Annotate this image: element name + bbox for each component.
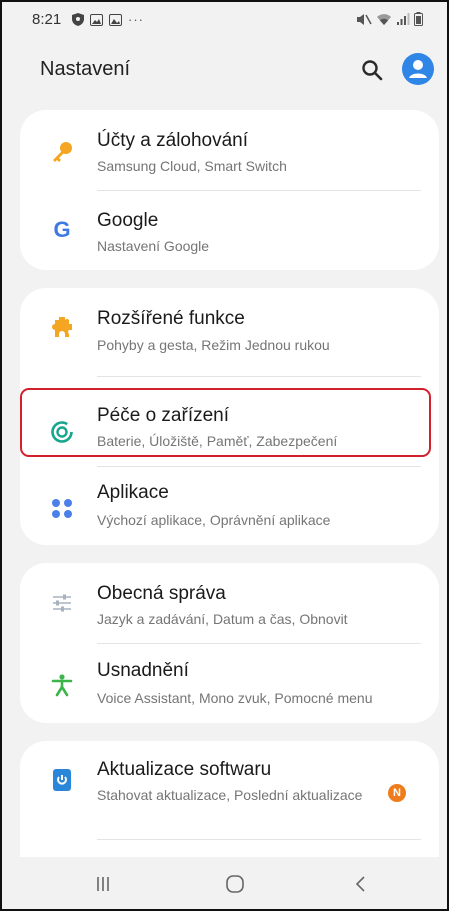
divider bbox=[97, 839, 421, 840]
settings-item-subtitle: Stahovat aktualizace, Poslední aktualiza… bbox=[97, 787, 363, 803]
key-icon bbox=[53, 142, 72, 162]
settings-item-title: Obecná správa bbox=[97, 583, 226, 604]
back-icon[interactable] bbox=[348, 871, 374, 897]
mute-icon bbox=[357, 13, 372, 25]
wifi-icon bbox=[377, 13, 391, 25]
new-badge: N bbox=[388, 784, 406, 802]
home-icon[interactable] bbox=[222, 871, 248, 897]
software-update-icon bbox=[53, 769, 71, 791]
settings-item-subtitle: Samsung Cloud, Smart Switch bbox=[97, 158, 287, 174]
puzzle-gear-icon bbox=[52, 317, 72, 337]
settings-item-advanced-features[interactable]: Rozšířené funkce Pohyby a gesta, Režim J… bbox=[20, 288, 439, 372]
settings-item-subtitle: Voice Assistant, Mono zvuk, Pomocné menu bbox=[97, 690, 373, 706]
phone-screen: 8:21 ··· Nastavení Účty a zálohování Sam… bbox=[0, 0, 449, 911]
selection-highlight bbox=[20, 388, 431, 457]
signal-icon bbox=[397, 12, 410, 25]
settings-item-subtitle: Výchozí aplikace, Oprávnění aplikace bbox=[97, 512, 331, 528]
navigation-bar bbox=[2, 857, 447, 909]
status-time: 8:21 bbox=[32, 11, 62, 28]
gallery-icon bbox=[90, 13, 103, 26]
settings-item-subtitle: Jazyk a zadávání, Datum a čas, Obnovit bbox=[97, 611, 348, 627]
status-bar: 8:21 ··· bbox=[2, 2, 447, 36]
battery-icon bbox=[414, 12, 423, 26]
settings-item-title: Google bbox=[97, 210, 159, 231]
settings-item-software-update[interactable]: Aktualizace softwaru Stahovat aktualizac… bbox=[20, 741, 439, 837]
notification-icons: ··· bbox=[72, 12, 144, 27]
settings-item-title: Aplikace bbox=[97, 482, 169, 503]
settings-item-google[interactable]: G Google Nastavení Google bbox=[20, 190, 439, 270]
image-message-icon bbox=[109, 13, 122, 26]
accessibility-icon bbox=[51, 674, 73, 697]
settings-group-general: Obecná správa Jazyk a zadávání, Datum a … bbox=[20, 563, 439, 723]
page-title: Nastavení bbox=[40, 58, 131, 80]
settings-item-accessibility[interactable]: Usnadnění Voice Assistant, Mono zvuk, Po… bbox=[20, 643, 439, 723]
shield-icon bbox=[72, 13, 84, 26]
settings-item-title: Usnadnění bbox=[97, 660, 189, 681]
google-g-icon: G bbox=[53, 217, 71, 242]
settings-item-general-management[interactable]: Obecná správa Jazyk a zadávání, Datum a … bbox=[20, 563, 439, 643]
settings-group-accounts: Účty a zálohování Samsung Cloud, Smart S… bbox=[20, 110, 439, 270]
divider bbox=[97, 376, 421, 377]
settings-item-subtitle: Pohyby a gesta, Režim Jednou rukou bbox=[97, 337, 330, 353]
settings-item-title: Aktualizace softwaru bbox=[97, 759, 272, 780]
recent-apps-icon[interactable] bbox=[90, 871, 116, 897]
settings-item-subtitle: Nastavení Google bbox=[97, 238, 210, 254]
settings-item-accounts[interactable]: Účty a zálohování Samsung Cloud, Smart S… bbox=[20, 110, 439, 190]
system-icons bbox=[356, 12, 423, 26]
account-icon[interactable] bbox=[402, 53, 434, 85]
settings-item-apps[interactable]: Aplikace Výchozí aplikace, Oprávnění apl… bbox=[20, 466, 439, 545]
apps-dots-icon bbox=[52, 499, 72, 518]
sliders-icon bbox=[53, 594, 71, 612]
settings-item-title: Rozšířené funkce bbox=[97, 308, 245, 329]
search-icon[interactable] bbox=[360, 58, 384, 82]
settings-item-title: Účty a zálohování bbox=[97, 130, 249, 151]
app-header: Nastavení bbox=[2, 36, 447, 102]
more-notifications-indicator: ··· bbox=[128, 12, 144, 27]
